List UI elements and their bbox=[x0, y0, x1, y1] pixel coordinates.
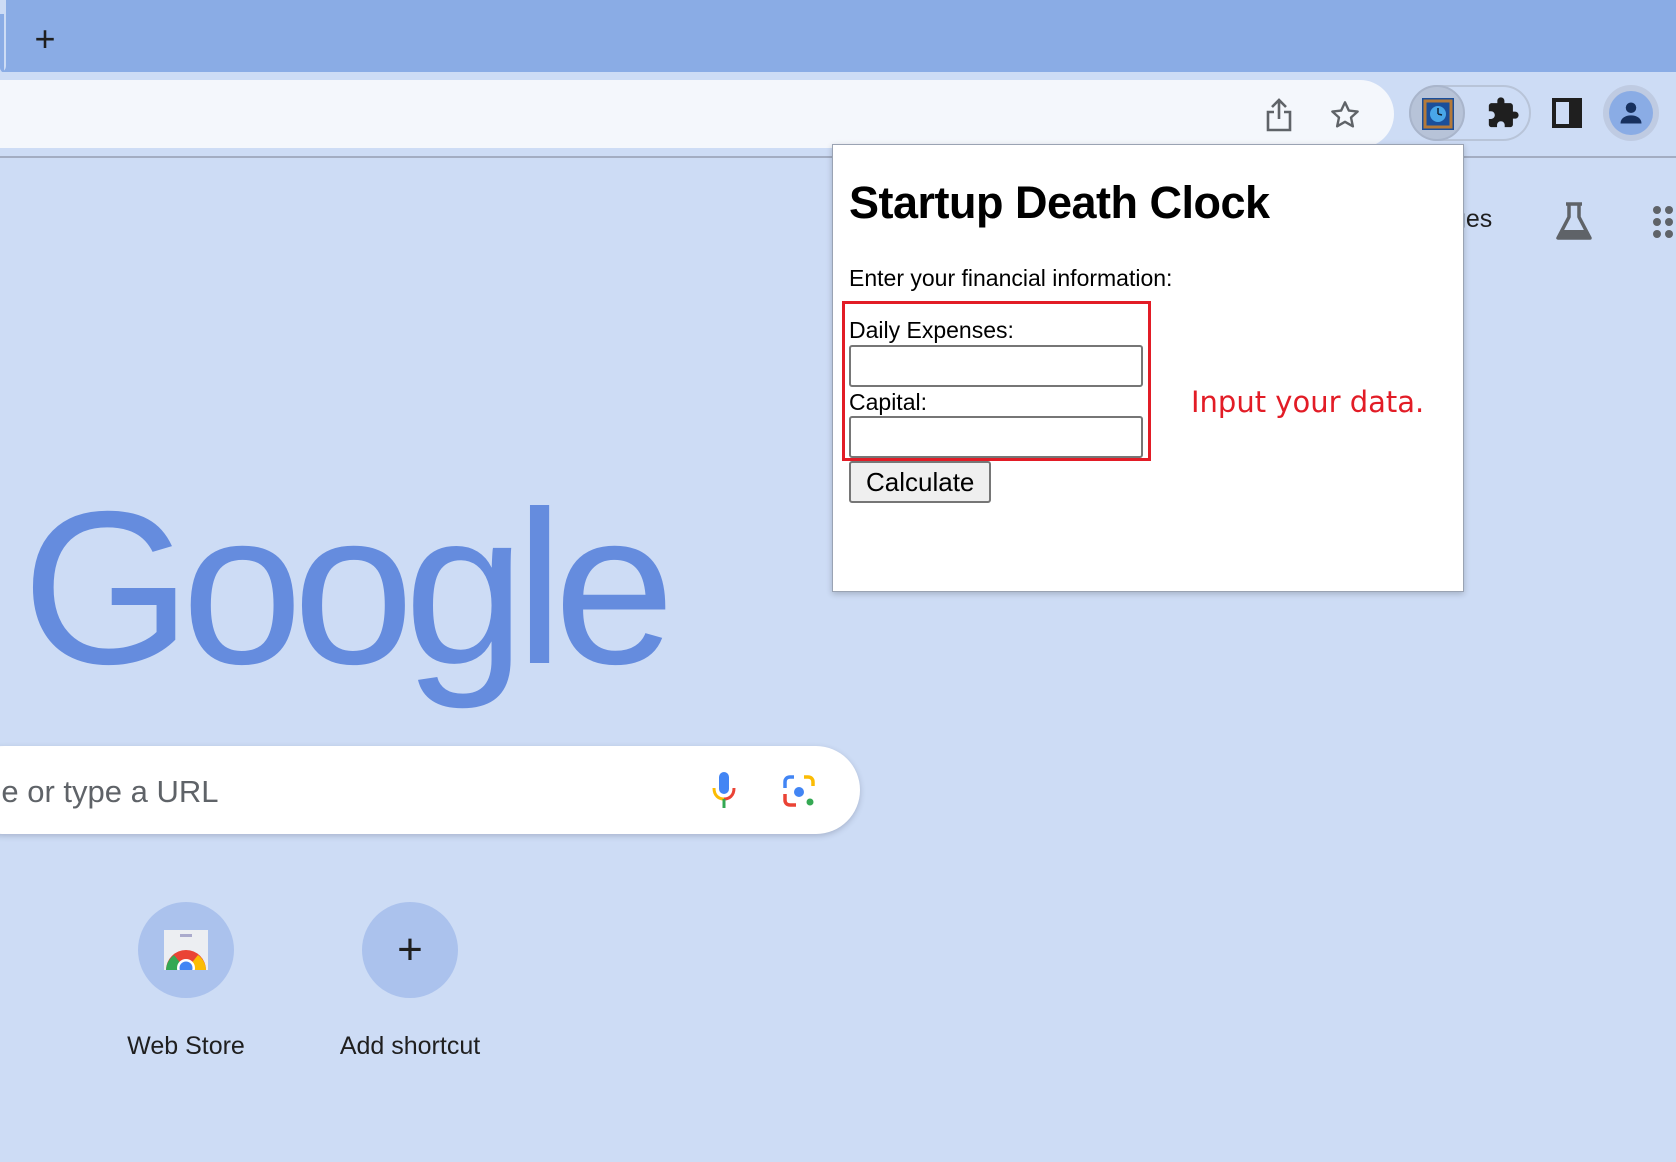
labs-flask-icon[interactable] bbox=[1550, 198, 1598, 246]
google-lens-icon[interactable] bbox=[782, 774, 816, 808]
capital-input[interactable] bbox=[849, 416, 1143, 458]
profile-avatar-icon bbox=[1609, 91, 1653, 135]
extensions-puzzle-icon[interactable] bbox=[1482, 92, 1524, 134]
shortcut-web-store[interactable]: Web Store bbox=[86, 902, 286, 1061]
voice-search-mic-icon[interactable] bbox=[710, 770, 738, 810]
death-clock-extension-icon bbox=[1422, 98, 1454, 130]
daily-expenses-label: Daily Expenses: bbox=[849, 317, 1014, 343]
popup-subtitle: Enter your financial information: bbox=[849, 265, 1173, 291]
calculate-button[interactable]: Calculate bbox=[849, 461, 992, 503]
popup-title: Startup Death Clock bbox=[849, 177, 1270, 228]
shortcut-label: Add shortcut bbox=[339, 1032, 481, 1060]
annotation-text: Input your data. bbox=[1191, 385, 1425, 419]
address-bar[interactable] bbox=[0, 80, 1394, 148]
shortcut-label: Web Store bbox=[127, 1032, 245, 1060]
shortcut-add[interactable]: + Add shortcut bbox=[310, 902, 510, 1061]
google-logo: Google bbox=[22, 467, 675, 710]
web-store-icon bbox=[138, 902, 234, 998]
profile-button[interactable] bbox=[1603, 85, 1659, 141]
extension-popup: Startup Death Clock Enter your financial… bbox=[832, 144, 1464, 592]
daily-expenses-input[interactable] bbox=[849, 345, 1143, 387]
tab-strip: + bbox=[0, 0, 1676, 72]
search-placeholder: ogle or type a URL bbox=[0, 774, 219, 809]
tab-edge bbox=[0, 0, 6, 72]
share-icon[interactable] bbox=[1262, 98, 1296, 132]
death-clock-extension-button[interactable] bbox=[1409, 85, 1465, 141]
plus-icon: + bbox=[362, 902, 458, 998]
google-apps-icon[interactable] bbox=[1651, 204, 1676, 244]
bookmark-star-icon[interactable] bbox=[1328, 98, 1362, 132]
side-panel-icon[interactable] bbox=[1546, 92, 1588, 134]
new-tab-button[interactable]: + bbox=[28, 21, 62, 57]
ntp-search-box[interactable]: ogle or type a URL bbox=[0, 746, 860, 834]
capital-label: Capital: bbox=[849, 389, 927, 415]
